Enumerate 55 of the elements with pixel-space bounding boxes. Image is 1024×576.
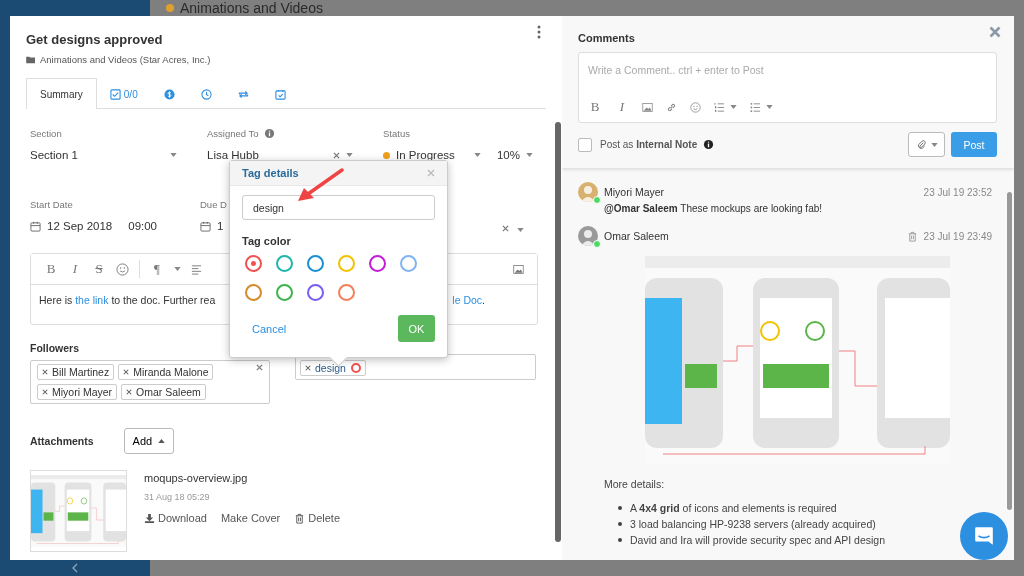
- breadcrumb: Animations and Videos (Star Acres, Inc.): [40, 54, 211, 65]
- time-value[interactable]: 09:00: [128, 220, 157, 232]
- tag-name-field[interactable]: design: [242, 195, 435, 220]
- paragraph-button[interactable]: ¶: [150, 261, 164, 277]
- format-button[interactable]: B: [44, 261, 58, 277]
- date-value[interactable]: 1: [217, 220, 224, 232]
- popup-title: Tag details: [242, 167, 299, 179]
- follower-chip[interactable]: Omar Saleem: [121, 384, 206, 400]
- field-label: Section: [30, 127, 62, 139]
- comment-time: 23 Jul 19 23:52: [923, 186, 992, 198]
- field-label: Tag color: [242, 235, 292, 247]
- link[interactable]: the link: [75, 294, 109, 306]
- cancel-link[interactable]: Cancel: [242, 322, 297, 335]
- file-name[interactable]: moqups-overview.jpg: [144, 472, 340, 484]
- comment-text: More details:: [604, 478, 666, 490]
- follower-chip[interactable]: Bill Martinez: [37, 364, 115, 380]
- format-button[interactable]: I: [615, 99, 629, 115]
- progress-value[interactable]: 10%: [496, 149, 520, 161]
- select-value[interactable]: Section 1: [30, 149, 164, 161]
- comment-field[interactable]: Write a Comment.. ctrl + enter to Post B I: [578, 52, 997, 123]
- section-label: Attachments: [30, 435, 94, 447]
- date-value[interactable]: 12 Sep 2018: [47, 220, 113, 232]
- follower-chip[interactable]: Miranda Malone: [118, 364, 214, 380]
- tab[interactable]: Summary: [26, 78, 97, 109]
- comment-time: 23 Jul 19 23:49: [923, 230, 992, 242]
- comment-author: Omar Saleem: [604, 230, 669, 242]
- field-label: Start Date: [30, 198, 74, 210]
- editor-text: Here is the link to the doc. Further rea: [39, 294, 216, 306]
- add-button[interactable]: Add: [123, 428, 175, 454]
- tab[interactable]: 0/0: [96, 78, 151, 109]
- follower-chip[interactable]: Miyori Mayer: [37, 384, 118, 400]
- delete-button[interactable]: Delete: [294, 512, 340, 524]
- format-button[interactable]: I: [68, 261, 82, 277]
- section-label: Followers: [30, 342, 80, 354]
- select-value[interactable]: Lisa Hubb: [207, 149, 327, 161]
- editor-text: le Doc.: [452, 294, 485, 306]
- list-item: A 4x4 grid of icons and elements is required: [630, 501, 837, 516]
- panel-title: Comments: [578, 32, 636, 44]
- format-button[interactable]: B: [588, 99, 602, 115]
- file-date: 31 Aug 18 05:29: [144, 492, 211, 502]
- task-title: Get designs approved: [26, 32, 164, 48]
- status-value[interactable]: In Progress: [396, 149, 468, 161]
- field-label: Status: [383, 127, 410, 139]
- cover-button[interactable]: Make Cover: [220, 512, 281, 524]
- list-item: David and Ira will provide security spec and API design: [630, 533, 886, 548]
- followers-field[interactable]: Bill Martinez Miranda Malone Miyori Mayer Omar Saleem: [30, 360, 270, 404]
- format-button[interactable]: S: [92, 261, 106, 277]
- project-title: Animations and Videos: [180, 0, 323, 16]
- checkbox-label: Post as Internal Note: [600, 139, 698, 150]
- comment-text: @Omar Saleem These mockups are looking fab!: [604, 203, 824, 214]
- comment-author: Miyori Mayer: [604, 186, 665, 198]
- tag-chip[interactable]: design: [300, 360, 366, 376]
- field-label: Assigned To: [207, 127, 259, 139]
- list-item: 3 load balancing HP-9238 servers (already acquired): [630, 517, 876, 532]
- download-button[interactable]: Download: [144, 512, 207, 524]
